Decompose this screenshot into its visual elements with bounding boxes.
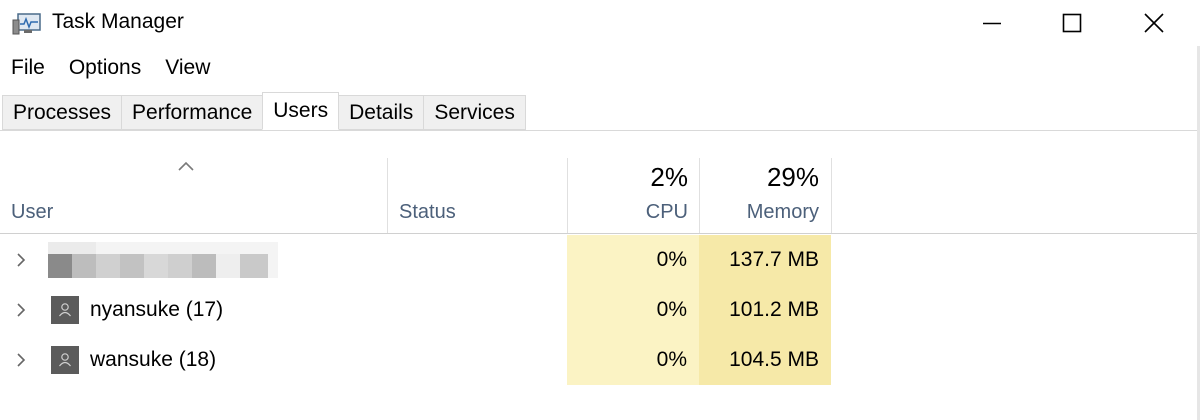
cpu-value: 0% bbox=[656, 348, 687, 371]
user-name: wansuke (18) bbox=[90, 348, 217, 371]
chevron-right-icon[interactable] bbox=[14, 303, 28, 317]
tab-services[interactable]: Services bbox=[423, 95, 526, 130]
cpu-cell: 0% bbox=[567, 335, 699, 385]
table-row[interactable]: 0% 137.7 MB bbox=[0, 235, 1200, 285]
title-bar: Task Manager bbox=[0, 0, 1200, 46]
menu-options[interactable]: Options bbox=[57, 52, 153, 86]
minimize-icon bbox=[983, 22, 1001, 25]
header-bottom-border bbox=[0, 233, 1200, 234]
user-icon bbox=[51, 346, 79, 374]
memory-cell: 104.5 MB bbox=[699, 335, 831, 385]
menu-view[interactable]: View bbox=[153, 52, 222, 86]
chevron-right-icon[interactable] bbox=[14, 253, 28, 267]
cpu-total-percent: 2% bbox=[650, 162, 688, 192]
chevron-right-icon[interactable] bbox=[14, 353, 28, 367]
memory-total-percent: 29% bbox=[766, 162, 819, 192]
memory-cell: 137.7 MB bbox=[699, 235, 831, 285]
memory-value: 101.2 MB bbox=[729, 298, 819, 321]
maximize-icon bbox=[1062, 13, 1082, 33]
close-icon bbox=[1144, 13, 1164, 33]
cpu-value: 0% bbox=[656, 298, 687, 321]
tab-strip: Processes Performance Users Details Serv… bbox=[2, 92, 526, 131]
task-manager-icon bbox=[12, 13, 41, 35]
column-header-memory[interactable]: Memory bbox=[699, 201, 819, 224]
minimize-button[interactable] bbox=[952, 0, 1032, 46]
memory-value: 104.5 MB bbox=[729, 348, 819, 371]
maximize-button[interactable] bbox=[1032, 0, 1112, 46]
sort-ascending-icon[interactable] bbox=[176, 160, 196, 172]
tab-processes[interactable]: Processes bbox=[2, 95, 123, 130]
cpu-cell: 0% bbox=[567, 285, 699, 335]
window-title: Task Manager bbox=[52, 10, 184, 33]
menu-file[interactable]: File bbox=[0, 52, 57, 86]
redacted-user-name bbox=[48, 242, 278, 278]
tab-users[interactable]: Users bbox=[262, 92, 340, 130]
cpu-value: 0% bbox=[656, 248, 687, 271]
user-icon bbox=[51, 296, 79, 324]
column-divider[interactable] bbox=[387, 158, 388, 234]
user-name: nyansuke (17) bbox=[90, 298, 224, 321]
memory-cell: 101.2 MB bbox=[699, 285, 831, 335]
memory-value: 137.7 MB bbox=[729, 248, 819, 271]
menu-bar: File Options View bbox=[0, 52, 222, 86]
tab-performance[interactable]: Performance bbox=[121, 95, 264, 130]
column-divider[interactable] bbox=[831, 158, 832, 234]
column-header-user[interactable]: User bbox=[11, 201, 53, 224]
table-row[interactable]: nyansuke (17) 0% 101.2 MB bbox=[0, 285, 1200, 335]
close-button[interactable] bbox=[1114, 0, 1194, 46]
table-row[interactable]: wansuke (18) 0% 104.5 MB bbox=[0, 335, 1200, 385]
column-header-status[interactable]: Status bbox=[399, 201, 456, 224]
cpu-cell: 0% bbox=[567, 235, 699, 285]
tab-details[interactable]: Details bbox=[338, 95, 425, 130]
column-header-cpu[interactable]: CPU bbox=[567, 201, 688, 224]
